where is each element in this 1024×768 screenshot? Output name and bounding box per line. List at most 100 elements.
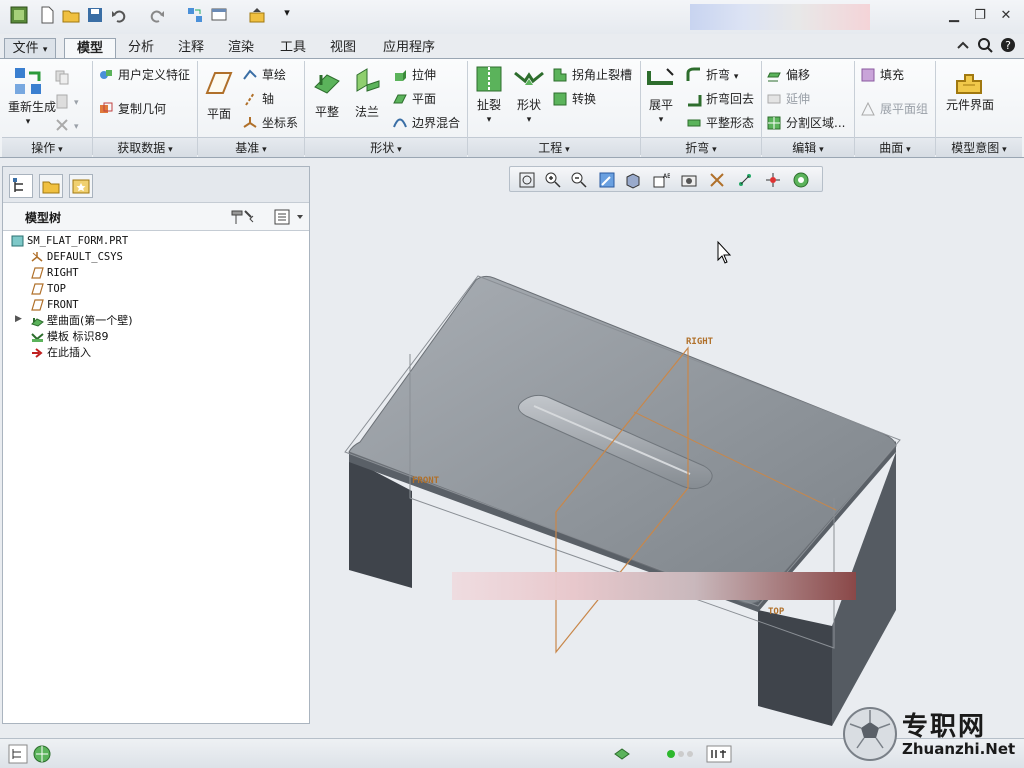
fill-button[interactable]: 填充 [860, 65, 904, 85]
sketch-button[interactable]: 草绘 [242, 65, 286, 85]
help-collapse-icon[interactable] [955, 37, 971, 53]
tree-settings-icon[interactable] [229, 208, 257, 226]
model-tree-tab-icon[interactable] [9, 174, 33, 198]
zoom-in-icon[interactable] [544, 171, 562, 189]
group-datum-label[interactable]: 基准 [198, 137, 304, 157]
annotation-display-icon[interactable] [736, 171, 754, 189]
show-browser-icon[interactable] [32, 744, 52, 764]
tree-item-right[interactable]: RIGHT [31, 265, 79, 281]
restore-button[interactable]: ❐ [972, 8, 988, 24]
group-shapes-label[interactable]: 形状 [305, 137, 467, 157]
svg-text:AB: AB [663, 173, 670, 180]
tab-file[interactable]: 文件 ▾ [4, 38, 56, 58]
datum-plane-button[interactable]: 平面 [202, 67, 236, 122]
tree-show-icon[interactable] [273, 208, 305, 226]
show-navigator-icon[interactable] [8, 744, 28, 764]
close-window-quick-icon[interactable] [248, 6, 266, 24]
flange-wall-button[interactable]: 法兰 [350, 65, 384, 120]
group-editing-label[interactable]: 编辑 [762, 137, 854, 157]
search-icon[interactable] [977, 37, 993, 53]
tree-item-part[interactable]: SM_FLAT_FORM.PRT [11, 233, 128, 249]
watermark: 专职网 Zhuanzhi.Net [840, 704, 1020, 764]
group-surfaces-label[interactable]: 曲面 [855, 137, 935, 157]
convert-button[interactable]: 转换 [552, 89, 596, 109]
help-icon[interactable]: ? [1000, 37, 1016, 53]
group-get-data-label[interactable]: 获取数据 [93, 137, 197, 157]
repaint-icon[interactable] [598, 171, 616, 189]
unbend-button[interactable]: 展平 ▾ [644, 63, 678, 127]
group-operations-label[interactable]: 操作 [2, 137, 92, 157]
planar-button[interactable]: 平面 [392, 89, 436, 109]
new-icon[interactable] [38, 6, 56, 24]
view-manager-icon[interactable] [680, 171, 698, 189]
group-bends-label[interactable]: 折弯 [641, 137, 761, 157]
spin-center-icon[interactable] [764, 171, 782, 189]
tab-annotate[interactable]: 注释 [168, 38, 214, 58]
paste-icon: ▾ [54, 91, 86, 111]
copy-geometry-button[interactable]: 复制几何 [98, 99, 166, 119]
folder-browser-tab-icon[interactable] [39, 174, 63, 198]
boundary-blend-button[interactable]: 边界混合 [392, 113, 460, 133]
windows-icon[interactable] [210, 6, 228, 24]
tab-model[interactable]: 模型 [64, 38, 116, 59]
udf-button[interactable]: 用户定义特征 [98, 65, 190, 85]
title-bar: ▾ ▁ ❐ ✕ [0, 0, 1024, 34]
corner-relief-button[interactable]: 拐角止裂槽 [552, 65, 632, 85]
close-button[interactable]: ✕ [998, 8, 1014, 24]
save-icon[interactable] [86, 6, 104, 24]
group-engineering-label[interactable]: 工程 [468, 137, 640, 157]
split-area-button[interactable]: 分割区域... [766, 113, 845, 133]
tab-render[interactable]: 渲染 [218, 38, 264, 58]
selection-filter-icon[interactable] [706, 744, 732, 764]
expand-arrow-icon[interactable]: ▶ [15, 314, 22, 324]
tree-item-first-wall[interactable]: 壁曲面(第一个壁) [31, 313, 133, 329]
component-interface-button[interactable]: 元件界面 [946, 65, 994, 112]
tab-analysis[interactable]: 分析 [118, 38, 164, 58]
model-tree-panel: 模型树 SM_FLAT_FORM.PRT DEFAULT_CSYS RIGHT … [2, 166, 310, 724]
regenerate-button[interactable]: 重新生成 ▾ [8, 65, 56, 129]
tree-item-template[interactable]: 模板 标识89 [31, 329, 109, 345]
group-design-intent-label[interactable]: 模型意图 [936, 137, 1022, 157]
graphics-area[interactable]: RIGHT FRONT TOP [312, 196, 1024, 736]
quick-access-customize-icon[interactable]: ▾ [278, 6, 296, 24]
form-button[interactable]: 形状 ▾ [512, 63, 546, 127]
delete-icon: ▾ [54, 115, 86, 135]
smart-filter-icon[interactable] [612, 744, 632, 764]
refit-icon[interactable] [518, 171, 536, 189]
undo-icon[interactable] [110, 6, 128, 24]
ribbon: 重新生成▾ ▾ ▾ 操作 用户定义特征 复制几何 获取数据 平面 草绘 轴 坐标… [0, 58, 1024, 158]
appearance-gallery-icon[interactable] [792, 171, 810, 189]
regenerate-quick-icon[interactable] [186, 6, 204, 24]
minimize-button[interactable]: ▁ [946, 8, 962, 24]
favorites-tab-icon[interactable] [69, 174, 93, 198]
csys-button[interactable]: 坐标系 [242, 113, 298, 133]
offset-button[interactable]: 偏移 [766, 65, 810, 85]
tree-item-default-csys[interactable]: DEFAULT_CSYS [31, 249, 123, 265]
extend-button: 延伸 [766, 89, 810, 109]
saved-orientations-icon[interactable]: AB [652, 171, 671, 189]
datum-display-filters-icon[interactable] [708, 171, 726, 189]
redacted-overlay [452, 572, 856, 600]
tree-item-front[interactable]: FRONT [31, 297, 79, 313]
rip-button[interactable]: 扯裂 ▾ [472, 63, 506, 127]
open-icon[interactable] [62, 6, 80, 24]
zoom-out-icon[interactable] [570, 171, 588, 189]
tree-item-insert-here[interactable]: 在此插入 [32, 345, 91, 361]
tab-view[interactable]: 视图 [320, 38, 366, 58]
tab-tools[interactable]: 工具 [270, 38, 316, 58]
tab-applications[interactable]: 应用程序 [370, 38, 448, 58]
redo-icon[interactable] [148, 6, 166, 24]
soccer-ball-logo-icon [843, 707, 897, 761]
display-style-icon[interactable] [624, 171, 642, 189]
tree-item-top[interactable]: TOP [31, 281, 66, 297]
bend-back-button[interactable]: 折弯回去 [686, 89, 754, 109]
bend-button[interactable]: 折弯 ▾ [686, 65, 738, 85]
extrude-button[interactable]: 拉伸 [392, 65, 436, 85]
copy-icon [54, 67, 74, 87]
app-icon [10, 6, 28, 24]
flat-state-button[interactable]: 平整形态 [686, 113, 754, 133]
flat-wall-button[interactable]: 平整 [310, 65, 344, 120]
axis-button[interactable]: 轴 [242, 89, 274, 109]
navigator-tabs [3, 167, 309, 203]
mouse-cursor-icon [717, 240, 732, 264]
